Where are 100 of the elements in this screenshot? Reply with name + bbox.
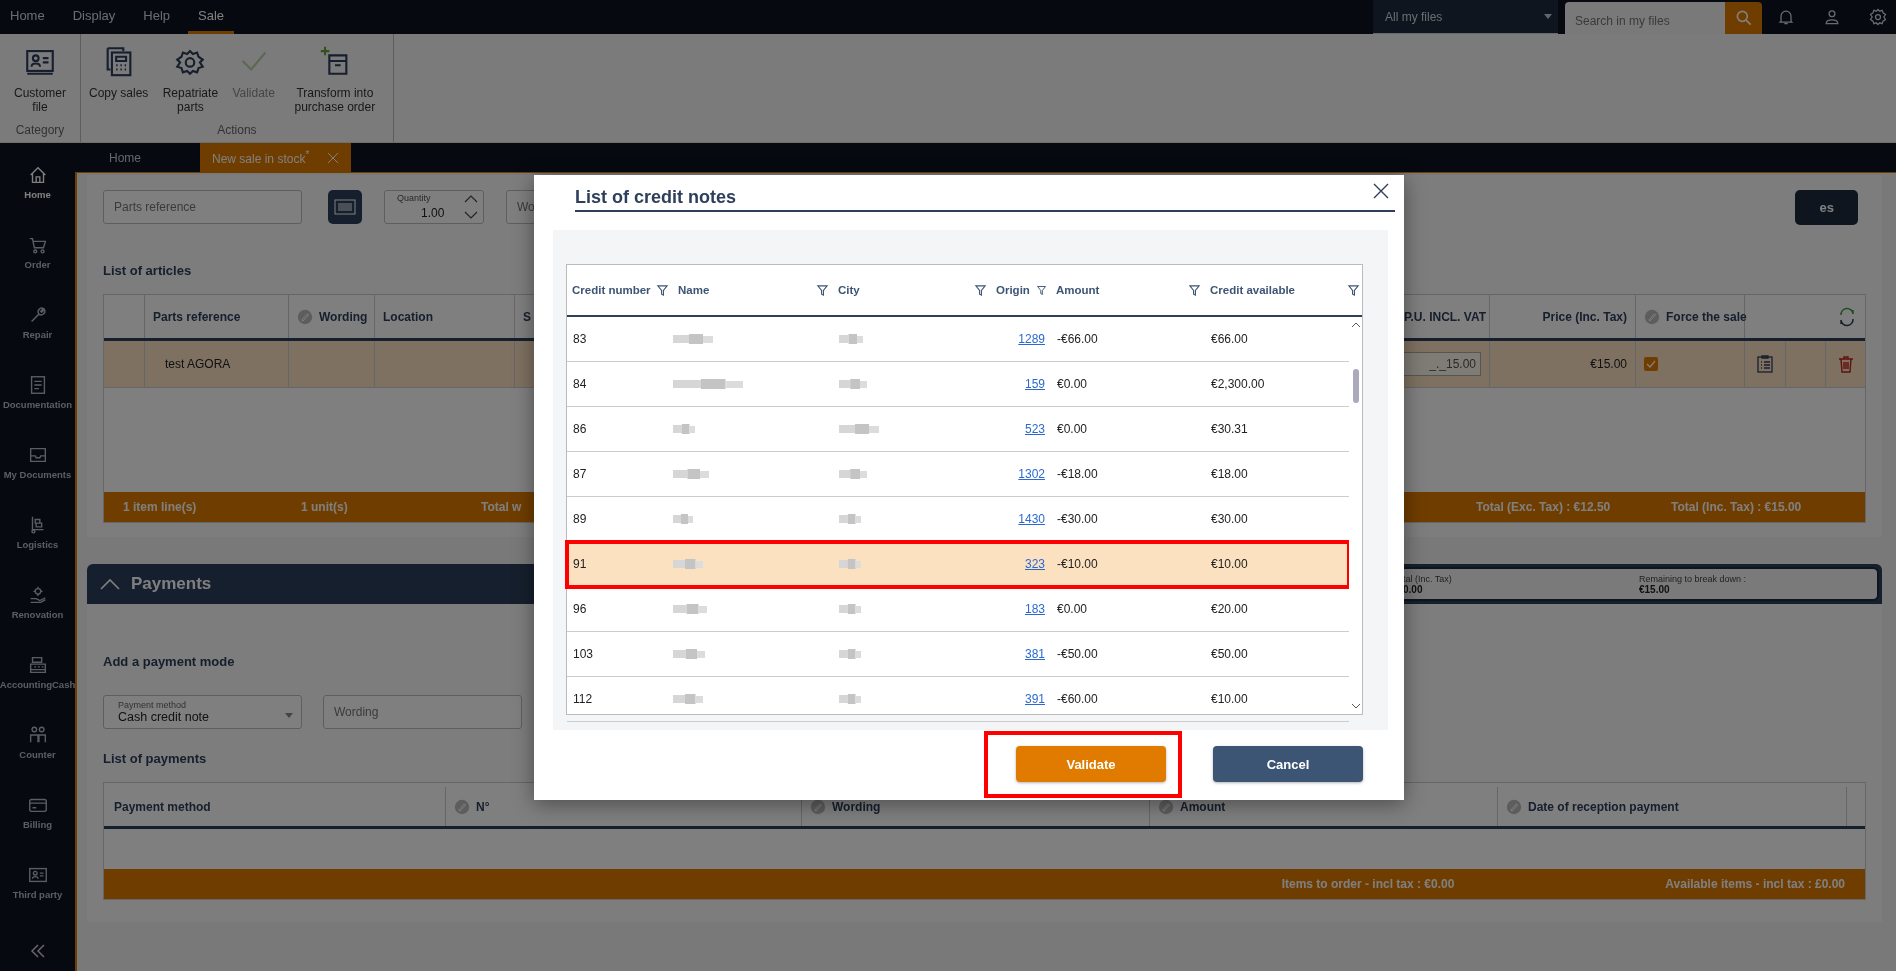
table-cell-text: 83 (572, 332, 588, 346)
redacted-text (839, 424, 879, 434)
table-cell-text: -€50.00 (1056, 647, 1099, 661)
settings-icon[interactable] (1868, 7, 1888, 27)
search-button[interactable] (1725, 2, 1762, 34)
ribbon-button[interactable]: Transform into purchase order (280, 38, 389, 120)
column-header[interactable]: Amount (1051, 265, 1205, 315)
refresh-icon[interactable] (1837, 306, 1857, 327)
menu-tab[interactable]: Help (133, 0, 181, 34)
footer-total: 1 item line(s) (123, 500, 198, 514)
parts-reference-field[interactable]: Parts reference (103, 190, 302, 224)
sidebar-item[interactable]: Repair (0, 287, 75, 357)
origin-link[interactable]: 159 (1024, 377, 1045, 391)
redacted-text (673, 559, 703, 569)
table-cell-text: 112 (572, 692, 594, 706)
cancel-button[interactable]: Cancel (1213, 746, 1363, 782)
redacted-text (839, 379, 867, 389)
origin-link[interactable]: 523 (1024, 422, 1045, 436)
origin-link[interactable]: 1289 (1018, 332, 1045, 346)
table-cell-text: -€18.00 (1056, 467, 1099, 481)
redacted-text (673, 514, 693, 524)
document-tab[interactable]: Home (75, 143, 175, 172)
sidebar-item[interactable]: Order (0, 217, 75, 287)
dialog-title: List of credit notes (575, 187, 736, 209)
ribbon-button[interactable]: Copy sales (85, 38, 153, 120)
table-cell-text: €2,300.00 (1210, 377, 1266, 391)
sidebar-item[interactable]: Counter (0, 707, 75, 777)
table-cell-text: €0.00 (1056, 422, 1089, 436)
menu-tab[interactable]: Home (0, 0, 55, 34)
column-header[interactable]: Name (673, 265, 833, 315)
redacted-text (673, 649, 705, 659)
ribbon-button[interactable]: Repatriate parts (154, 38, 227, 120)
filter-icon[interactable] (974, 283, 987, 297)
sidebar-item[interactable]: Documentation (0, 357, 75, 427)
filter-icon[interactable] (1188, 283, 1201, 297)
scroll-thumb[interactable] (1353, 369, 1359, 403)
filter-icon[interactable] (1035, 283, 1047, 297)
column-header[interactable]: Credit number (567, 265, 673, 315)
table-cell-text: 87 (572, 467, 588, 481)
scope-dropdown[interactable]: All my files (1373, 0, 1558, 34)
table-cell-text: €66.00 (1210, 332, 1249, 346)
column-header[interactable]: Credit available (1205, 265, 1364, 315)
summary-label: tal (Inc. Tax) (1403, 573, 1453, 584)
ribbon-button[interactable]: Customer file (4, 38, 76, 120)
filter-icon[interactable] (656, 283, 669, 297)
close-icon[interactable] (327, 151, 340, 164)
footer-total: Available items - incl tax : £0.00 (1665, 877, 1845, 891)
table-cell-text: €10.00 (1210, 692, 1249, 706)
barcode-button[interactable] (328, 190, 362, 224)
wording-field[interactable]: Wording (323, 695, 522, 729)
chevron-down-icon[interactable] (1351, 702, 1361, 710)
table-row[interactable]: 96 183 €0.00 €20.00 (567, 587, 1349, 632)
sidebar-item[interactable]: AccountingCash (0, 637, 75, 707)
chevron-up-icon[interactable] (1351, 321, 1361, 329)
sidebar-item[interactable]: Billing (0, 777, 75, 847)
column-header[interactable]: Origin (991, 265, 1051, 315)
table-row[interactable]: 83 1289 -€66.00 €66.00 (567, 317, 1349, 362)
table-cell-text: 103 (572, 647, 595, 661)
table-row[interactable]: 112 391 -€60.00 €10.00 (567, 677, 1349, 722)
origin-link[interactable]: 1430 (1018, 512, 1045, 526)
pencil-icon (454, 798, 470, 815)
origin-link[interactable]: 391 (1024, 692, 1045, 706)
payment-method-dropdown[interactable]: Payment method Cash credit note (103, 695, 302, 729)
sidebar-item[interactable]: Renovation (0, 567, 75, 637)
pencil-icon (1644, 308, 1660, 325)
footer-total: 1 unit(s) (301, 500, 349, 514)
redacted-text (673, 469, 709, 479)
filter-icon[interactable] (816, 283, 829, 297)
table-row[interactable]: 103 381 -€50.00 €50.00 (567, 632, 1349, 677)
sidebar-item[interactable]: Third party (0, 847, 75, 917)
redacted-text (673, 334, 713, 344)
sidebar-item[interactable]: Logistics (0, 497, 75, 567)
table-cell-text: €0.00 (1056, 602, 1089, 616)
filter-icon[interactable] (1347, 283, 1360, 297)
spinner-icon[interactable] (463, 193, 479, 221)
table-row[interactable]: 86 523 €0.00 €30.31 (567, 407, 1349, 452)
search-field[interactable]: Search in my files (1565, 2, 1725, 34)
menu-tab[interactable]: Display (62, 0, 126, 34)
origin-link[interactable]: 381 (1024, 647, 1045, 661)
origin-link[interactable]: 323 (1024, 557, 1045, 571)
table-row[interactable]: 84 159 €0.00 €2,300.00 (567, 362, 1349, 407)
origin-link[interactable]: 183 (1024, 602, 1045, 616)
list-icon[interactable] (1755, 354, 1775, 374)
redacted-text (839, 514, 861, 524)
origin-link[interactable]: 1302 (1018, 467, 1045, 481)
quantity-field[interactable]: Quantity 1.00 (384, 190, 484, 224)
redacted-text (673, 424, 695, 434)
column-header[interactable]: City (833, 265, 991, 315)
action-button[interactable]: es (1795, 189, 1858, 225)
sidebar-item[interactable]: Home (0, 147, 75, 217)
table-row[interactable]: 87 1302 -€18.00 €18.00 (567, 452, 1349, 497)
table-cell-text: €50.00 (1210, 647, 1249, 661)
table-cell-text: €0.00 (1056, 377, 1089, 391)
checkbox[interactable] (1644, 357, 1658, 371)
sidebar-item[interactable]: My Documents (0, 427, 75, 497)
redacted-text (673, 694, 703, 704)
table-row[interactable]: 91 323 -€10.00 €10.00 (567, 542, 1349, 587)
validate-button[interactable]: Validate (1016, 746, 1166, 782)
redacted-text (673, 604, 707, 614)
summary-value: €15.00 (1639, 583, 1670, 595)
